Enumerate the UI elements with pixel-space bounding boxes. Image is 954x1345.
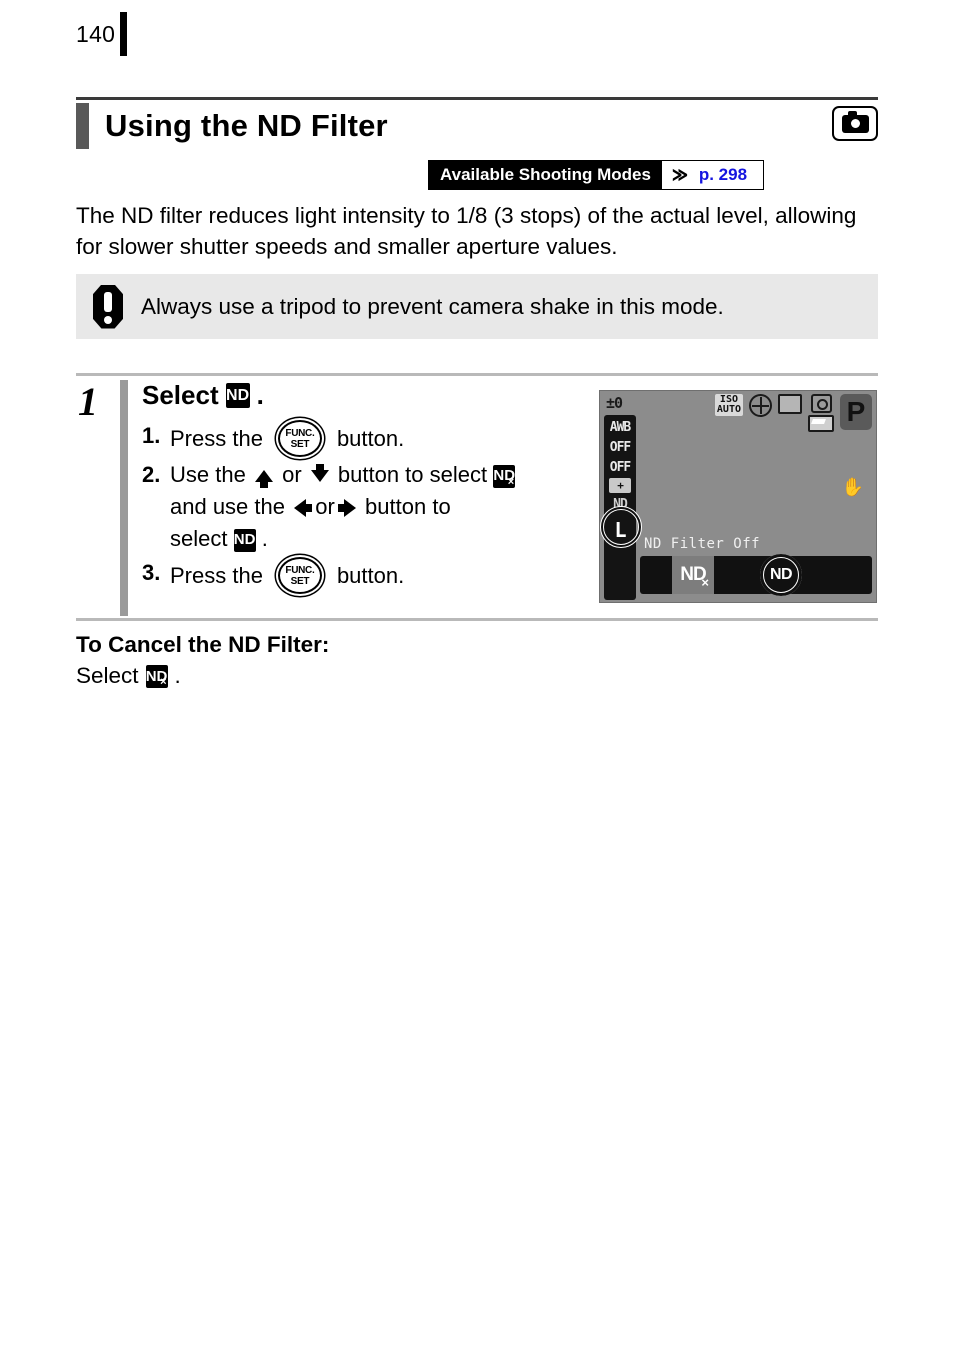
- step-block-1: 1 Select ND . 1. Press the FUNC. SET but…: [76, 380, 878, 616]
- section-header: Using the ND Filter: [76, 102, 878, 150]
- cancel-suffix: .: [174, 663, 181, 688]
- nd-off-icon: ND ×: [493, 464, 516, 488]
- substep-body: Press the FUNC. SET button.: [170, 557, 404, 594]
- substep-text: Press the: [170, 562, 263, 588]
- lcd-option-nd-off[interactable]: ND ×: [672, 556, 714, 594]
- step-accent-bar: [120, 380, 128, 616]
- title-accent-bar: [76, 103, 89, 149]
- substep-text-5: select: [170, 526, 228, 551]
- image-stabilizer-icon: ✋: [841, 477, 864, 498]
- page-number-block: 140: [76, 12, 128, 56]
- substep-text-2: button.: [336, 562, 405, 588]
- caution-box: Always use a tripod to prevent camera sh…: [76, 274, 878, 339]
- iso-indicator: ISO AUTO: [714, 394, 743, 416]
- up-arrow-icon: [254, 470, 273, 489]
- substep-number: 2.: [142, 462, 161, 487]
- lcd-item-flash[interactable]: OFF: [604, 438, 636, 456]
- nd-icon: ND: [233, 528, 256, 552]
- substep-2: 2. Use the or button to select ND × and u…: [142, 459, 622, 555]
- cancel-instruction: Select ND × .: [76, 663, 776, 689]
- available-modes-label: Available Shooting Modes: [429, 161, 662, 189]
- substep-or-a: or: [282, 462, 302, 487]
- cancel-heading: To Cancel the ND Filter:: [76, 632, 330, 657]
- nd-icon: ND: [225, 383, 250, 408]
- set-label: SET: [290, 575, 310, 587]
- camera-battery-stack: [808, 394, 834, 432]
- camera-icon: [810, 394, 832, 413]
- lcd-item-white-balance[interactable]: AWB: [604, 418, 636, 436]
- lcd-option-nd-on[interactable]: ND: [760, 554, 802, 596]
- step-divider-bottom: [76, 618, 878, 621]
- func-set-button-icon: FUNC. SET: [277, 420, 322, 457]
- page-title: Using the ND Filter: [105, 108, 388, 143]
- substep-text-3: and use the: [170, 494, 285, 519]
- lcd-item-exposure[interactable]: +: [609, 478, 631, 493]
- page-reference-link[interactable]: p. 298: [699, 165, 747, 185]
- frame-icon: [778, 394, 802, 414]
- nd-off-x-mark: ×: [507, 475, 515, 488]
- nd-off-icon: ND ×: [145, 664, 168, 688]
- available-modes-reference[interactable]: ≫ p. 298: [661, 161, 764, 189]
- func-label: FUNC.: [285, 564, 315, 576]
- header-divider: [76, 97, 878, 100]
- step-content: Select ND . 1. Press the FUNC. SET butto…: [142, 380, 622, 596]
- substep-or-b: or: [315, 494, 335, 519]
- exposure-compensation-indicator: ±0: [606, 394, 623, 412]
- substep-body: Use the or button to select ND × and use …: [170, 459, 516, 555]
- camera-icon: [832, 106, 878, 141]
- substep-3: 3. Press the FUNC. SET button.: [142, 557, 622, 594]
- nd-off-x-mark: ×: [160, 675, 167, 688]
- cancel-section: To Cancel the ND Filter: Select ND × .: [76, 632, 776, 689]
- step-heading-prefix: Select: [142, 380, 219, 410]
- substep-text: Press the: [170, 425, 263, 451]
- right-arrow-icon: [337, 499, 356, 518]
- lcd-top-right-indicators: ISO AUTO P: [714, 394, 872, 432]
- intro-paragraph: The ND filter reduces light intensity to…: [76, 203, 857, 259]
- lcd-item-drive[interactable]: OFF: [604, 458, 636, 476]
- step-heading-suffix: .: [256, 380, 264, 410]
- iso-value: AUTO: [716, 404, 741, 415]
- cancel-prefix: Select: [76, 663, 139, 688]
- func-set-button-icon: FUNC. SET: [277, 557, 322, 594]
- camera-lcd-screenshot: ±0 ISO AUTO P AWB OFF OFF + ND L ✋ ND Fi…: [599, 390, 877, 603]
- available-shooting-modes-bar: Available Shooting Modes ≫ p. 298: [428, 160, 765, 190]
- down-arrow-icon: [310, 464, 329, 483]
- caution-text: Always use a tripod to prevent camera sh…: [141, 293, 724, 319]
- left-arrow-icon: [294, 499, 313, 518]
- substep-body: Press the FUNC. SET button.: [170, 420, 404, 457]
- lcd-status-text: ND Filter Off: [644, 536, 761, 552]
- substep-text-2: button.: [336, 425, 405, 451]
- step-divider-top: [76, 373, 878, 376]
- substep-list: 1. Press the FUNC. SET button. 2. Use th: [142, 420, 622, 594]
- substep-text-2: button to select: [337, 462, 488, 487]
- nd-off-x-mark: ×: [701, 575, 709, 590]
- substep-number: 1.: [142, 423, 161, 448]
- substep-text-6: .: [261, 526, 268, 551]
- camera-glyph: [841, 111, 869, 133]
- substep-1: 1. Press the FUNC. SET button.: [142, 420, 622, 457]
- step-number: 1: [78, 379, 98, 424]
- nd-selection-highlight-ring: [600, 506, 642, 548]
- chevron-right-icon: ≫: [671, 164, 688, 186]
- page-number-bar: [120, 12, 128, 56]
- substep-text: Use the: [170, 462, 246, 487]
- set-label: SET: [290, 438, 310, 450]
- step-heading: Select ND .: [142, 380, 622, 411]
- func-label: FUNC.: [285, 427, 315, 439]
- substep-text-4: button to: [365, 494, 451, 519]
- battery-icon: [808, 415, 834, 432]
- page-number: 140: [76, 21, 116, 47]
- substep-number: 3.: [142, 560, 161, 585]
- shooting-mode-indicator: P: [840, 394, 872, 430]
- exclamation-octagon-icon: [93, 284, 123, 329]
- metering-globe-icon: [749, 394, 772, 417]
